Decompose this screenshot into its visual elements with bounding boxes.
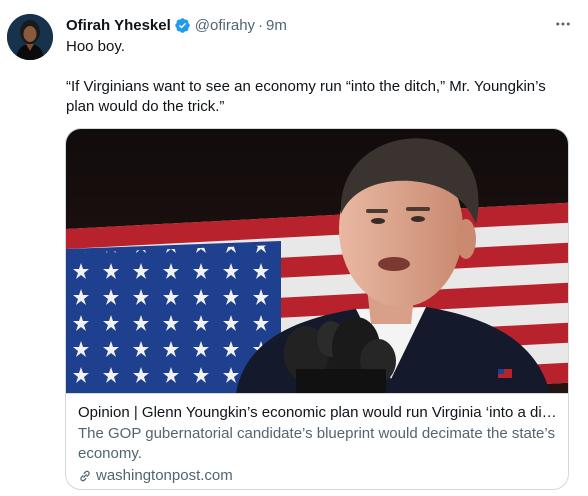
- author-name[interactable]: Ofirah Yheskel: [66, 17, 171, 34]
- card-domain-text: washingtonpost.com: [96, 467, 233, 484]
- tweet-text-line: Hoo boy.: [66, 38, 125, 55]
- link-card[interactable]: Opinion | Glenn Youngkin’s economic plan…: [65, 128, 569, 490]
- more-options-icon[interactable]: [553, 15, 573, 33]
- card-title[interactable]: Opinion | Glenn Youngkin’s economic plan…: [78, 403, 558, 423]
- link-icon: [80, 470, 90, 482]
- tweet-header: Ofirah Yheskel @ofirahy · 9m: [66, 15, 287, 35]
- author-handle[interactable]: @ofirahy: [195, 17, 255, 34]
- tweet-text: Hoo boy. “If Virginians want to see an e…: [66, 37, 571, 117]
- avatar[interactable]: [7, 14, 53, 60]
- card-image: [66, 129, 568, 393]
- timestamp[interactable]: 9m: [266, 17, 287, 34]
- card-body[interactable]: Opinion | Glenn Youngkin’s economic plan…: [66, 393, 568, 489]
- tweet[interactable]: Ofirah Yheskel @ofirahy · 9m Hoo boy. “I…: [0, 0, 588, 496]
- separator-dot: ·: [258, 16, 264, 34]
- card-domain: washingtonpost.com: [78, 466, 558, 486]
- card-description: The GOP gubernatorial candidate’s bluepr…: [78, 425, 555, 462]
- avatar-image: [7, 14, 53, 60]
- tweet-text-quote: “If Virginians want to see an economy ru…: [66, 78, 546, 115]
- verified-badge-icon: [175, 17, 190, 33]
